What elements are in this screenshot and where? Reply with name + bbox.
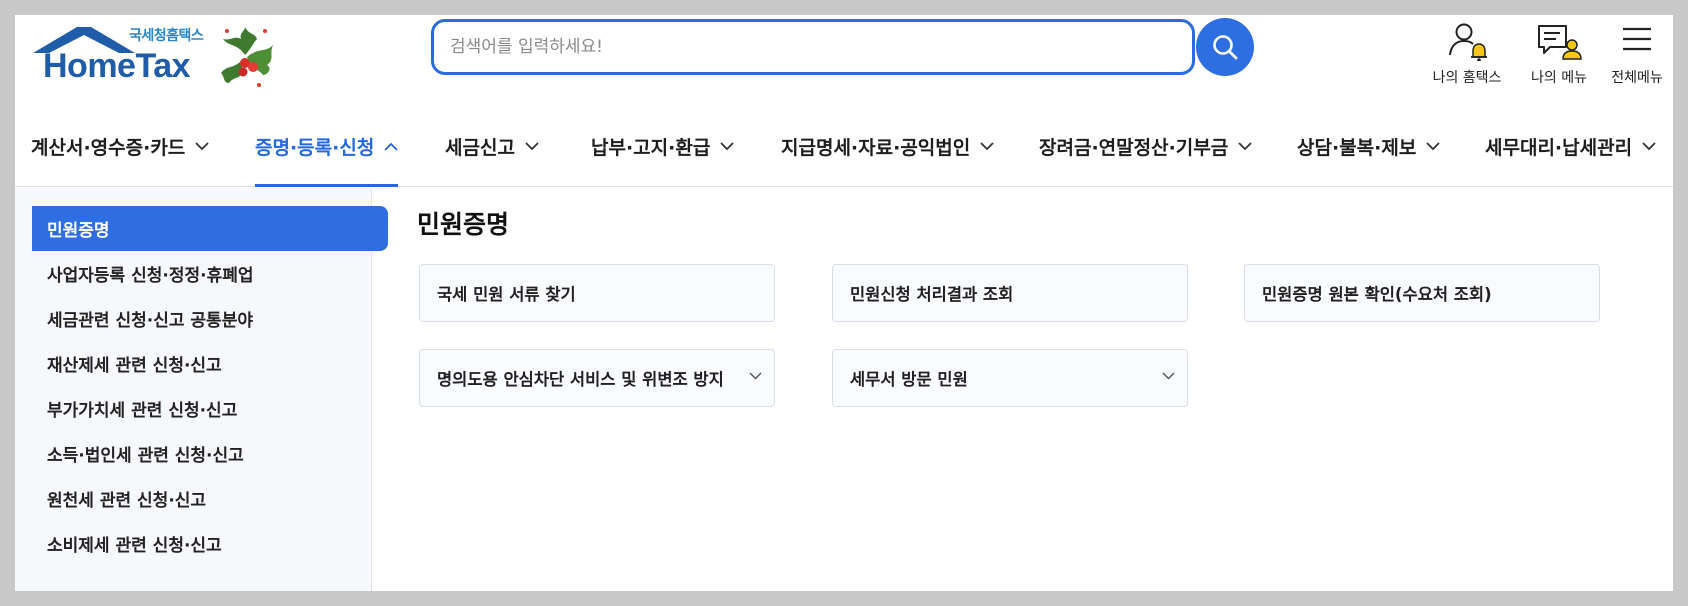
card-label: 국세 민원 서류 찾기 <box>437 285 576 304</box>
gnb-label: 상담·불복·제보 <box>1297 136 1417 159</box>
side-menu-item-civil-certificate[interactable]: 민원증명 <box>32 206 388 251</box>
gnb-label: 지급명세·자료·공익법인 <box>781 136 971 159</box>
card-label: 명의도용 안심차단 서비스 및 위변조 방지 <box>437 370 724 389</box>
side-menu-item-income-corporate-tax[interactable]: 소득·법인세 관련 신청·신고 <box>32 431 388 476</box>
gnb-item-tax-return[interactable]: 세금신고 <box>445 105 539 187</box>
my-hometax-label: 나의 홈택스 <box>1432 70 1502 86</box>
card-label: 민원신청 처리결과 조회 <box>850 285 1014 304</box>
search-icon <box>1213 35 1238 60</box>
gnb-item-certificate[interactable]: 증명·등록·신청 <box>255 105 399 187</box>
my-menu-button[interactable]: 나의 메뉴 <box>1514 21 1604 87</box>
main-navigation: 계산서·영수증·카드 증명·등록·신청 세금신고 납부·고지·환급 지급명세·자… <box>15 105 1673 187</box>
card-find-documents[interactable]: 국세 민원 서류 찾기 <box>419 264 775 322</box>
gnb-label: 계산서·영수증·카드 <box>31 136 186 159</box>
card-tax-office-visit[interactable]: 세무서 방문 민원 <box>832 349 1188 407</box>
gnb-item-invoice[interactable]: 계산서·영수증·카드 <box>31 105 209 187</box>
search-button[interactable] <box>1196 18 1254 76</box>
card-label: 세무서 방문 민원 <box>850 370 968 389</box>
side-menu-item-vat[interactable]: 부가가치세 관련 신청·신고 <box>32 386 388 431</box>
header: 국세청홈택스 HomeTax 검색어를 입력하세요! 나의 홈택스 나의 메뉴 … <box>15 15 1673 105</box>
gnb-item-tax-agent[interactable]: 세무대리·납세관리 <box>1485 105 1656 187</box>
card-original-verification[interactable]: 민원증명 원본 확인(수요처 조회) <box>1244 264 1600 322</box>
card-processing-result[interactable]: 민원신청 처리결과 조회 <box>832 264 1188 322</box>
my-hometax-button[interactable]: 나의 홈택스 <box>1422 21 1512 87</box>
chevron-down-icon <box>720 141 734 150</box>
gnb-label: 세금신고 <box>445 136 515 159</box>
gnb-item-payment-statement[interactable]: 지급명세·자료·공익법인 <box>781 105 994 187</box>
gnb-item-payment[interactable]: 납부·고지·환급 <box>591 105 734 187</box>
chevron-down-icon <box>1238 141 1252 150</box>
chevron-down-icon <box>1162 372 1175 380</box>
gnb-label: 세무대리·납세관리 <box>1485 136 1633 159</box>
user-list-icon <box>1538 25 1582 60</box>
hamburger-menu-icon <box>1623 27 1651 51</box>
all-menu-label: 전체메뉴 <box>1611 70 1663 86</box>
side-menu-item-withholding-tax[interactable]: 원천세 관련 신청·신고 <box>32 476 388 521</box>
gnb-label: 납부·고지·환급 <box>591 136 711 159</box>
chevron-down-icon <box>1426 141 1440 150</box>
page: 국세청홈택스 HomeTax 검색어를 입력하세요! 나의 홈택스 나의 메뉴 … <box>15 15 1673 591</box>
side-menu-item-common-application[interactable]: 세금관련 신청·신고 공통분야 <box>32 296 388 341</box>
search-box <box>431 19 1195 75</box>
content-title: 민원증명 <box>417 210 510 239</box>
side-menu-item-business-registration[interactable]: 사업자등록 신청·정정·휴폐업 <box>32 251 388 296</box>
gnb-item-consultation[interactable]: 상담·불복·제보 <box>1297 105 1440 187</box>
hometax-logo[interactable]: 국세청홈택스 HomeTax <box>31 21 281 97</box>
gnb-label: 증명·등록·신청 <box>255 136 375 159</box>
chevron-down-icon <box>195 141 209 150</box>
holly-decoration-icon <box>221 27 273 87</box>
my-menu-label: 나의 메뉴 <box>1531 70 1587 86</box>
side-menu-item-property-tax[interactable]: 재산제세 관련 신청·신고 <box>32 341 388 386</box>
card-label: 민원증명 원본 확인(수요처 조회) <box>1262 285 1492 304</box>
side-menu-item-consumption-tax[interactable]: 소비제세 관련 신청·신고 <box>32 521 388 566</box>
logo-wordmark: HomeTax <box>43 47 191 85</box>
chevron-up-icon <box>384 142 398 151</box>
chevron-down-icon <box>980 141 994 150</box>
chevron-down-icon <box>749 372 762 380</box>
logo-subtitle: 국세청홈택스 <box>129 28 204 44</box>
chevron-down-icon <box>525 141 539 150</box>
card-identity-theft-block[interactable]: 명의도용 안심차단 서비스 및 위변조 방지 <box>419 349 775 407</box>
all-menu-button[interactable]: 전체메뉴 <box>1592 21 1673 87</box>
search-input[interactable] <box>450 32 1130 62</box>
gnb-label: 장려금·연말정산·기부금 <box>1039 136 1229 159</box>
gnb-item-incentive[interactable]: 장려금·연말정산·기부금 <box>1039 105 1252 187</box>
chevron-down-icon <box>1642 141 1656 150</box>
user-bell-icon <box>1449 23 1487 61</box>
